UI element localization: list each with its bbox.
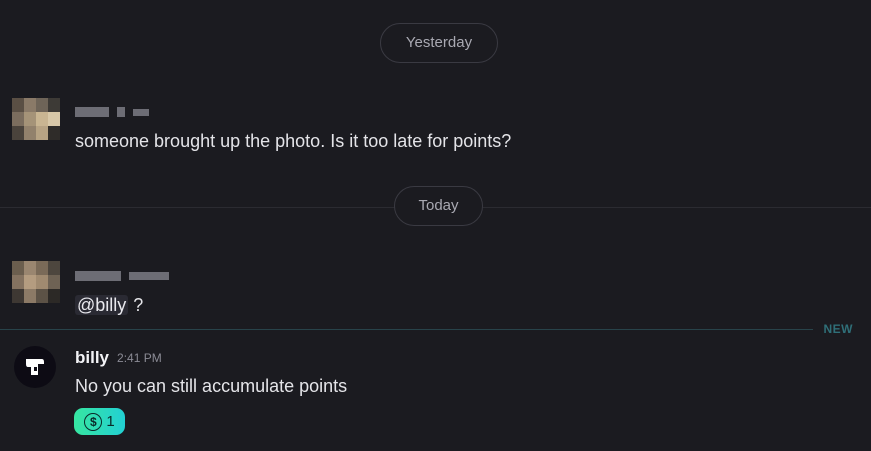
- message-text: someone brought up the photo. Is it too …: [75, 131, 512, 151]
- message-text: No you can still accumulate points: [75, 376, 348, 396]
- message-timestamp: 2:41 PM: [117, 351, 162, 365]
- message-item[interactable]: billy 2:41 PM No you can still accumulat…: [0, 340, 871, 451]
- redacted-timestamp: [129, 272, 169, 280]
- date-divider-yesterday: Yesterday: [0, 23, 871, 67]
- author-row-redacted: [75, 102, 149, 122]
- chat-message-list: Yesterday someone brought up the photo. …: [0, 0, 871, 451]
- redacted-timestamp: [133, 108, 149, 116]
- avatar[interactable]: [14, 346, 56, 388]
- redacted-name: [117, 107, 125, 117]
- date-divider-today: Today: [0, 186, 871, 230]
- reaction-button[interactable]: $ 1: [74, 408, 125, 435]
- message-text: @billy ?: [75, 295, 143, 316]
- redacted-name: [75, 271, 121, 281]
- new-label: NEW: [823, 322, 853, 336]
- user-mention[interactable]: @billy: [75, 295, 129, 315]
- reaction-count: 1: [106, 413, 115, 430]
- message-item[interactable]: someone brought up the photo. Is it too …: [0, 96, 871, 166]
- redacted-name: [75, 107, 109, 117]
- message-item[interactable]: @billy ?: [0, 258, 871, 318]
- date-pill-yesterday: Yesterday: [380, 23, 498, 63]
- new-messages-divider: NEW: [0, 322, 871, 336]
- author-row: billy 2:41 PM: [75, 348, 162, 368]
- avatar[interactable]: [12, 98, 60, 140]
- message-text-suffix: ?: [128, 295, 144, 315]
- new-divider-line: [0, 329, 813, 330]
- bot-logo-icon: [26, 359, 44, 375]
- author-name[interactable]: billy: [75, 348, 109, 368]
- avatar[interactable]: [12, 261, 60, 303]
- dollar-coin-icon: $: [84, 412, 103, 431]
- author-row-redacted: [75, 266, 169, 286]
- date-pill-today: Today: [394, 186, 483, 226]
